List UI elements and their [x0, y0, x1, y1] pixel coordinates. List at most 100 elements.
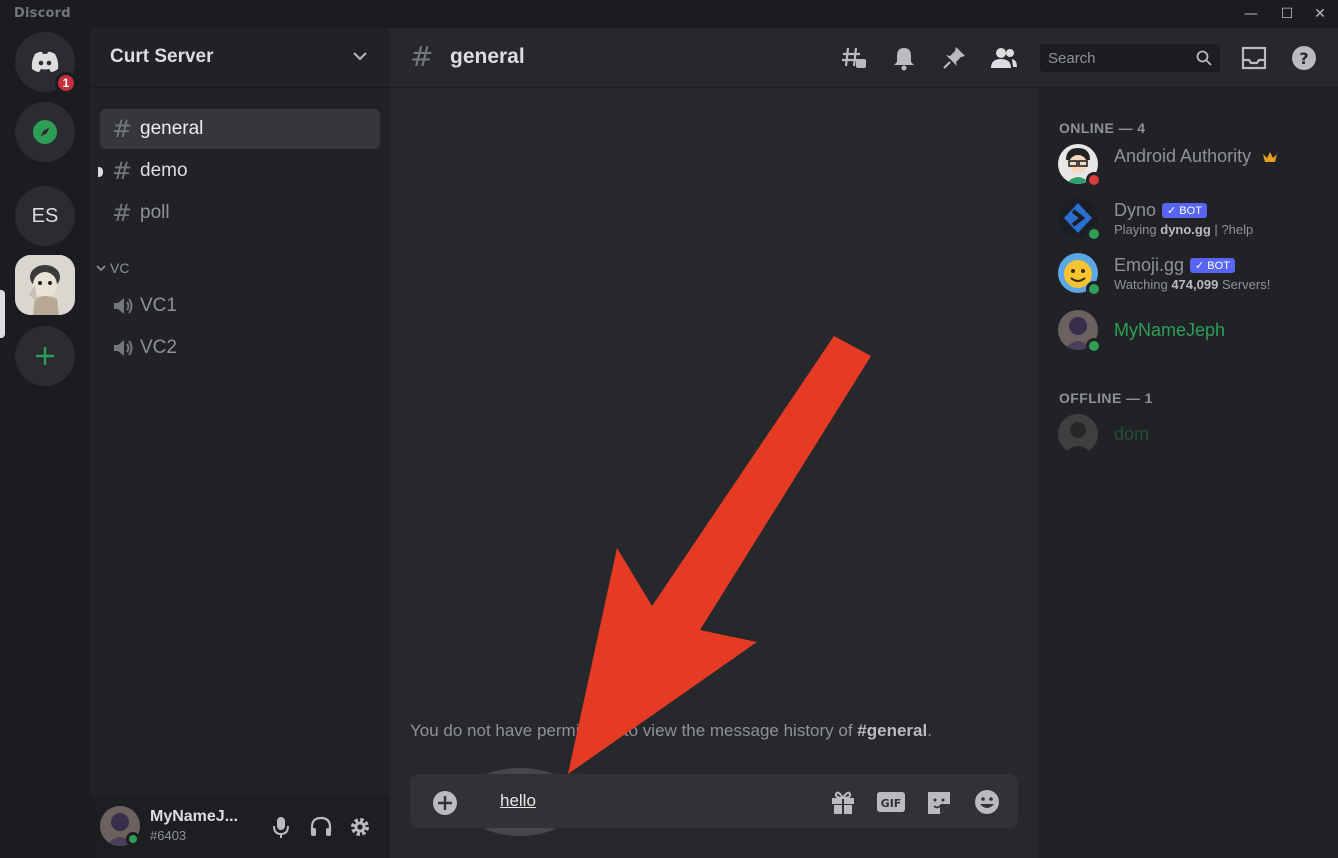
dom-avatar — [1058, 414, 1098, 454]
svg-text:GIF: GIF — [881, 797, 902, 810]
voice-channel-vc2[interactable]: VC2 — [100, 328, 380, 368]
no-permission-suffix: . — [927, 721, 932, 740]
online-header: ONLINE — 4 — [1059, 120, 1146, 136]
member-list-icon[interactable] — [990, 44, 1018, 72]
mention-badge: 1 — [55, 72, 77, 94]
offline-header: OFFLINE — 1 — [1059, 390, 1153, 406]
username: MyNameJ... — [150, 808, 239, 825]
gif-icon[interactable]: GIF — [876, 788, 906, 816]
compass-icon — [33, 120, 57, 144]
bot-tag: ✓ BOT — [1190, 258, 1235, 273]
member-activity: Watching 474,099 Servers! — [1114, 277, 1270, 292]
chevron-down-icon — [353, 52, 367, 61]
activity-rest: Servers! — [1218, 277, 1271, 292]
online-status-dot — [1086, 226, 1102, 242]
member-list: ONLINE — 4 Android Authority Dyno ✓ BOT … — [1038, 88, 1338, 858]
activity-prefix: Watching — [1114, 277, 1172, 292]
member-emoji-gg[interactable]: Emoji.gg ✓ BOT Watching 474,099 Servers! — [1058, 251, 1328, 297]
member-name: Dyno ✓ BOT — [1114, 200, 1207, 221]
member-android-authority[interactable]: Android Authority — [1058, 142, 1328, 188]
sticker-icon[interactable] — [924, 788, 954, 816]
server-header[interactable]: Curt Server — [90, 28, 390, 88]
curt-server-icon — [15, 255, 75, 315]
user-panel: MyNameJ... #6403 — [90, 794, 390, 858]
server-rail: 1 ES — [0, 28, 90, 858]
category-vc[interactable]: VC — [96, 260, 129, 276]
server-name: Curt Server — [110, 46, 214, 67]
explore-servers-button[interactable] — [15, 102, 75, 162]
channel-name: general — [140, 118, 204, 139]
dnd-status-dot — [1086, 172, 1102, 188]
close-button[interactable]: ✕ — [1309, 4, 1331, 24]
activity-name: dyno.gg — [1160, 222, 1211, 237]
voice-channel-vc1[interactable]: VC1 — [100, 286, 380, 326]
member-name-text: Dyno — [1114, 200, 1157, 220]
search-icon — [1196, 50, 1212, 66]
channel-title: general — [450, 45, 525, 68]
hashtag-icon: # — [112, 199, 133, 227]
title-bar: Discord — ☐ ✕ — [0, 0, 1338, 28]
add-server-button[interactable] — [15, 326, 75, 386]
avatar — [1058, 414, 1098, 454]
help-icon[interactable]: ? — [1290, 44, 1318, 72]
search-placeholder: Search — [1048, 50, 1096, 67]
channel-name: VC2 — [140, 337, 177, 358]
minimize-button[interactable]: — — [1240, 4, 1262, 24]
no-permission-message: You do not have permission to view the m… — [410, 721, 932, 741]
online-status-dot — [1086, 281, 1102, 297]
category-label: VC — [110, 260, 130, 276]
search-input[interactable]: Search — [1040, 44, 1220, 72]
bot-tag: ✓ BOT — [1162, 203, 1207, 218]
svg-text:?: ? — [1299, 49, 1308, 68]
channel-sidebar: Curt Server # general # demo # poll VC V… — [90, 28, 390, 858]
activity-name: 474,099 — [1171, 277, 1219, 292]
message-composer: hello GIF — [410, 774, 1018, 828]
discord-app: Discord — ☐ ✕ 1 ES Curt Server # general… — [0, 0, 1338, 858]
pin-icon[interactable] — [940, 44, 968, 72]
channel-name: VC1 — [140, 295, 177, 316]
headphones-icon[interactable] — [308, 814, 334, 840]
member-name: dom — [1114, 424, 1150, 444]
no-permission-text: You do not have permission to view the m… — [410, 721, 858, 740]
unread-indicator — [98, 167, 103, 177]
app-brand: Discord — [14, 6, 71, 21]
member-name: Emoji.gg ✓ BOT — [1114, 255, 1235, 276]
gift-icon[interactable] — [828, 788, 858, 816]
member-name: Android Authority — [1114, 146, 1278, 167]
activity-prefix: Playing — [1114, 222, 1161, 237]
message-input[interactable]: hello — [500, 791, 536, 811]
upload-plus-icon[interactable] — [432, 790, 458, 816]
home-button[interactable]: 1 — [15, 32, 77, 94]
channel-name: poll — [140, 202, 170, 223]
bell-icon[interactable] — [890, 44, 918, 72]
threads-icon[interactable] — [840, 44, 868, 72]
speaker-icon — [114, 298, 133, 314]
emoji-icon[interactable] — [972, 788, 1002, 816]
user-tag: #6403 — [150, 828, 187, 843]
gear-icon[interactable] — [347, 814, 373, 840]
member-dyno[interactable]: Dyno ✓ BOT Playing dyno.gg | ?help — [1058, 196, 1328, 242]
channel-header: # general Search ? — [390, 28, 1338, 88]
channel-general[interactable]: # general — [100, 109, 380, 149]
maximize-button[interactable]: ☐ — [1276, 4, 1298, 24]
member-name-text: Android Authority — [1114, 146, 1252, 166]
online-status-dot — [1086, 338, 1102, 354]
microphone-icon[interactable] — [268, 814, 294, 840]
member-activity: Playing dyno.gg | ?help — [1114, 222, 1253, 237]
member-dom[interactable]: dom — [1058, 412, 1328, 456]
member-name-text: Emoji.gg — [1114, 255, 1185, 275]
online-status-dot — [126, 832, 140, 846]
server-es-label: ES — [31, 204, 59, 227]
channel-poll[interactable]: # poll — [100, 193, 380, 233]
member-mynamejeph[interactable]: MyNameJeph — [1058, 308, 1328, 354]
server-es[interactable]: ES — [15, 186, 75, 246]
plus-icon — [36, 347, 54, 365]
channel-demo[interactable]: # demo — [98, 151, 380, 191]
inbox-icon[interactable] — [1240, 44, 1268, 72]
hashtag-icon: # — [112, 157, 133, 185]
no-permission-channel: #general — [857, 721, 928, 740]
hashtag-icon: # — [410, 40, 434, 73]
speaker-icon — [114, 340, 133, 356]
channel-name: demo — [140, 160, 188, 181]
server-curt[interactable] — [15, 255, 75, 315]
